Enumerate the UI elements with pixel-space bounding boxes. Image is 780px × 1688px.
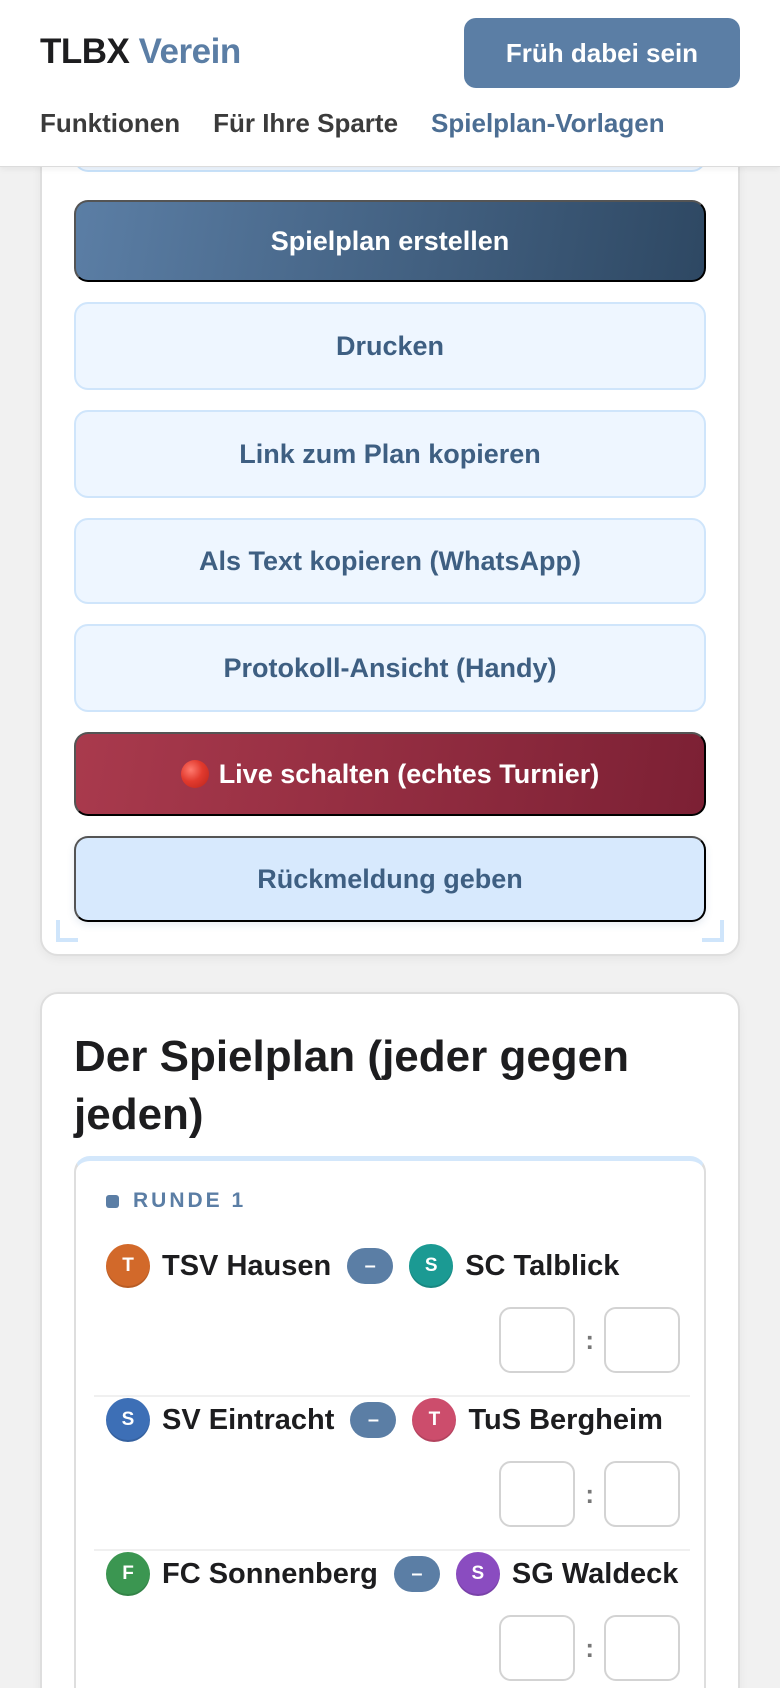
match-teams: S SV Eintracht – T TuS Bergheim <box>106 1397 663 1443</box>
corner-bracket-right <box>702 920 724 942</box>
home-team-name: FC Sonnenberg <box>162 1557 378 1590</box>
away-score-input[interactable] <box>604 1461 680 1527</box>
round-label: RUNDE 1 <box>133 1189 247 1212</box>
nav-item-funktionen[interactable]: Funktionen <box>40 108 180 139</box>
score-entry: : <box>499 1307 680 1373</box>
schedule-title: Der Spielplan (jeder gegen jeden) <box>74 1032 630 1139</box>
round-box: RUNDE 1 T TSV Hausen – S SC Talblick : S… <box>74 1156 706 1688</box>
match-row: T TSV Hausen – S SC Talblick : <box>94 1243 690 1397</box>
home-score-input[interactable] <box>499 1615 576 1681</box>
home-score-input[interactable] <box>499 1461 576 1527</box>
score-separator: : <box>585 1324 594 1355</box>
copy-text-whatsapp-button[interactable]: Als Text kopieren (WhatsApp) <box>74 518 706 604</box>
schedule-card: Der Spielplan (jeder gegen jeden) RUNDE … <box>40 992 740 1688</box>
home-team-name: TSV Hausen <box>162 1249 332 1282</box>
print-button[interactable]: Drucken <box>74 302 706 390</box>
away-team-name: SG Waldeck <box>511 1557 679 1590</box>
copy-link-button[interactable]: Link zum Plan kopieren <box>74 410 706 498</box>
versus-badge: – <box>350 1402 397 1438</box>
brand-accent: Verein <box>138 32 242 71</box>
round-marker-icon <box>106 1194 119 1208</box>
match-teams: T TSV Hausen – S SC Talblick <box>106 1243 619 1289</box>
team-avatar: F <box>106 1552 150 1596</box>
away-team-name: SC Talblick <box>465 1249 620 1282</box>
versus-badge: – <box>393 1556 440 1592</box>
match-teams: F FC Sonnenberg – S SG Waldeck <box>106 1551 678 1597</box>
away-score-input[interactable] <box>604 1615 680 1681</box>
protocol-view-button[interactable]: Protokoll-Ansicht (Handy) <box>74 624 706 712</box>
team-avatar: T <box>412 1398 457 1442</box>
brand-main: TLBX <box>40 32 130 71</box>
team-avatar: S <box>409 1244 454 1288</box>
feedback-button[interactable]: Rückmeldung geben <box>74 836 706 922</box>
nav-item-sparte[interactable]: Für Ihre Sparte <box>213 108 398 139</box>
home-score-input[interactable] <box>499 1307 576 1373</box>
actions-card: Spielplan erstellen Drucken Link zum Pla… <box>40 100 740 956</box>
go-live-label: Live schalten (echtes Turnier) <box>218 758 600 789</box>
team-avatar: S <box>455 1552 500 1596</box>
early-access-button[interactable]: Früh dabei sein <box>464 18 740 88</box>
score-entry: : <box>499 1461 680 1527</box>
score-separator: : <box>585 1632 594 1663</box>
create-schedule-button[interactable]: Spielplan erstellen <box>74 200 706 282</box>
away-score-input[interactable] <box>604 1307 680 1373</box>
corner-bracket-left <box>56 920 78 942</box>
home-team-name: SV Eintracht <box>162 1403 335 1436</box>
nav-item-spielplan-vorlagen[interactable]: Spielplan-Vorlagen <box>431 108 665 139</box>
team-avatar: S <box>106 1398 150 1442</box>
red-circle-icon <box>180 760 209 788</box>
match-row: F FC Sonnenberg – S SG Waldeck : <box>94 1551 690 1688</box>
team-avatar: T <box>106 1244 150 1288</box>
round-header: RUNDE 1 <box>106 1189 246 1213</box>
brand-logo[interactable]: TLBX Verein <box>40 32 241 72</box>
versus-badge: – <box>347 1248 394 1284</box>
go-live-button[interactable]: Live schalten (echtes Turnier) <box>74 732 706 816</box>
match-row: S SV Eintracht – T TuS Bergheim : <box>94 1397 690 1551</box>
away-team-name: TuS Bergheim <box>468 1403 663 1436</box>
score-separator: : <box>585 1478 594 1509</box>
score-entry: : <box>499 1615 680 1681</box>
site-header: TLBX Verein Früh dabei sein Funktionen F… <box>0 0 780 167</box>
main-nav: Funktionen Für Ihre Sparte Spielplan-Vor… <box>40 108 665 139</box>
